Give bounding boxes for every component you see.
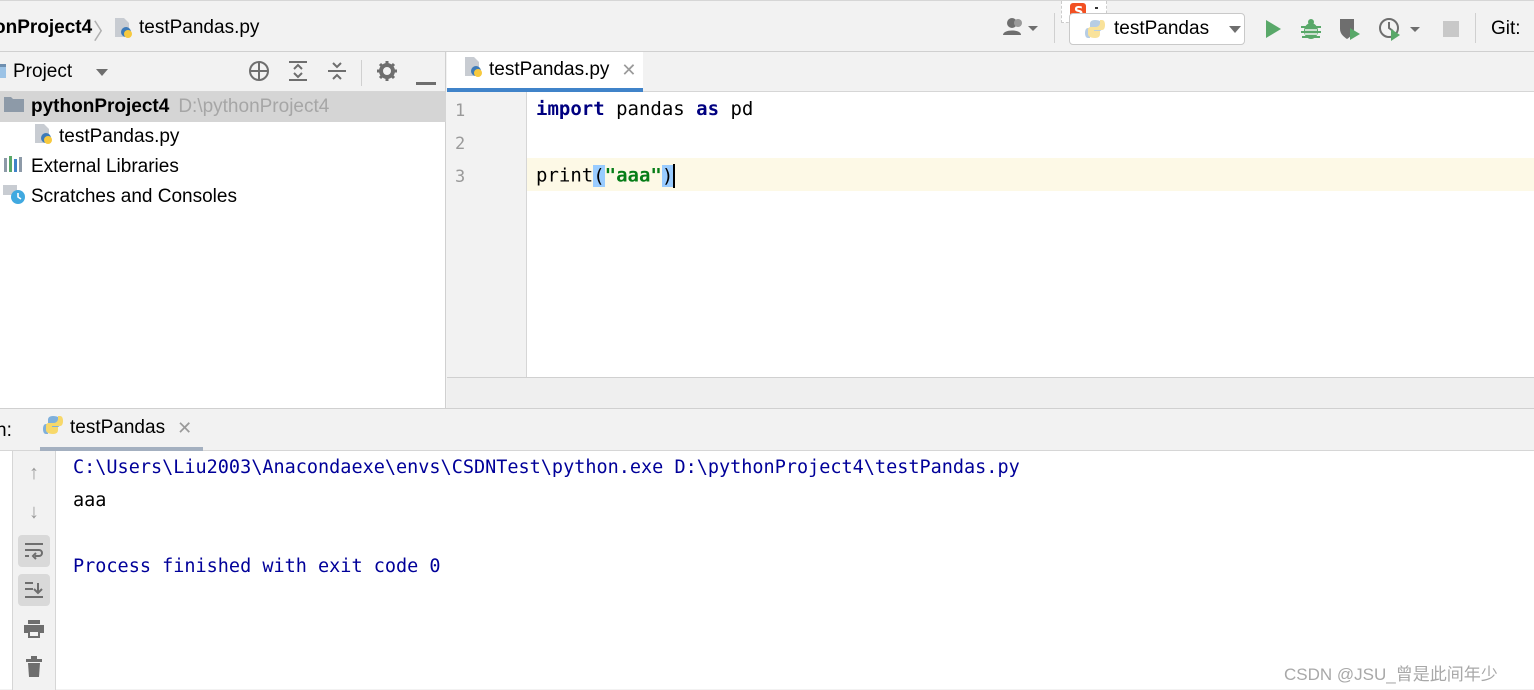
print-icon[interactable] [18,613,50,645]
matched-brace: ) [661,164,674,187]
tree-item-external-libraries[interactable]: External Libraries [0,152,446,182]
breadcrumb-separator: 〉 [93,19,116,44]
console-command-line: C:\Users\Liu2003\Anacondaexe\envs\CSDNTe… [73,457,1020,478]
run-configuration-label: testPandas [1114,18,1210,39]
code-line-3[interactable]: print("aaa") [536,164,676,188]
line-number: 1 [455,101,466,121]
watermark: CSDN @JSU_曾是此间年少 [1284,665,1498,684]
git-label[interactable]: Git: [1491,18,1521,40]
python-file-icon [463,56,483,84]
toolbar-divider [1054,13,1055,43]
tree-item-label: External Libraries [31,156,179,177]
text-cursor [673,164,676,188]
code-line-1[interactable]: import pandas as pd [536,98,753,120]
function-name: print [536,164,594,187]
run-tab-testpandas[interactable]: testPandas ✕ [40,409,203,451]
arrow-up-icon[interactable]: ↑ [18,457,50,489]
profile-icon[interactable] [1378,17,1426,47]
chevron-down-icon[interactable] [96,69,108,76]
python-file-icon [113,17,133,39]
gear-icon[interactable] [376,60,398,88]
run-panel-header: n: testPandas ✕ [0,409,1534,451]
python-icon [42,414,64,442]
python-icon [1084,18,1106,40]
header-divider [361,60,362,86]
python-file-icon [33,123,53,151]
user-icon[interactable] [1002,17,1038,43]
stop-icon[interactable] [1442,20,1460,44]
project-view-selector[interactable]: Project [13,61,72,83]
breadcrumb-file-label: testPandas.py [139,17,260,38]
tree-item-label: Scratches and Consoles [31,186,237,207]
breadcrumb-project[interactable]: onProject4 [0,17,92,39]
tree-item-path: D:\pythonProject4 [178,96,330,117]
line-number-gutter: 1 2 3 [447,92,527,377]
hide-panel-icon[interactable] [416,70,436,92]
breadcrumb-file[interactable]: testPandas.py [113,17,259,39]
run-with-coverage-icon[interactable] [1338,17,1362,47]
collapse-all-icon[interactable] [326,59,348,89]
tree-item-file[interactable]: testPandas.py [0,122,446,152]
project-panel-header: Project [0,52,445,92]
editor-area: testPandas.py ✕ 1 2 3 import pandas as p… [447,52,1534,408]
string-literal: "aaa" [604,164,662,187]
run-panel-label: n: [0,420,12,441]
navigation-bar: onProject4 〉 testPandas.py S testPandas … [0,0,1534,52]
expand-all-icon[interactable] [287,59,309,89]
console-output-line: aaa [73,490,107,511]
arrow-down-icon[interactable]: ↓ [18,496,50,528]
line-number: 2 [455,134,466,154]
scratches-icon [3,183,27,211]
project-view-icon [0,62,8,86]
toolbar-divider [1475,13,1476,43]
close-icon[interactable]: ✕ [177,418,192,439]
editor-bottom-bar [447,377,1534,408]
tree-item-project-root[interactable]: pythonProject4 D:\pythonProject4 [0,92,446,122]
project-tool-window: Project pythonProject4 D:\pythonProject4… [0,52,446,408]
keyword: import [536,98,605,120]
tree-item-scratches[interactable]: Scratches and Consoles [0,182,446,212]
run-icon[interactable] [1264,19,1282,45]
editor-tab-label: testPandas.py [489,59,610,80]
locate-file-icon[interactable] [247,59,271,89]
soft-wrap-icon[interactable] [18,535,50,567]
close-icon[interactable]: ✕ [621,60,636,81]
libraries-icon [3,155,25,179]
editor-tab-bar: testPandas.py ✕ [447,52,1534,92]
run-tab-label: testPandas [70,417,166,438]
folder-icon [3,95,25,119]
scroll-to-end-icon[interactable] [18,574,50,606]
trash-icon[interactable] [18,651,50,683]
chevron-down-icon [1229,25,1242,33]
matched-brace: ( [593,164,605,187]
run-toolbar: ↑ ↓ [12,451,56,690]
tree-item-label: pythonProject4 [31,96,170,117]
code-text: pd [719,98,754,120]
debug-icon[interactable] [1300,18,1322,46]
run-tool-window: n: testPandas ✕ ↑ ↓ C:\Users\Liu2003\Ana… [0,408,1534,690]
keyword: as [696,98,720,120]
run-configuration-selector[interactable]: testPandas [1069,13,1245,45]
line-number: 3 [455,167,466,187]
console-exit-line: Process finished with exit code 0 [73,556,441,577]
tree-item-label: testPandas.py [59,126,180,147]
editor-tab-testpandas[interactable]: testPandas.py ✕ [447,52,643,92]
code-text: pandas [604,98,697,120]
